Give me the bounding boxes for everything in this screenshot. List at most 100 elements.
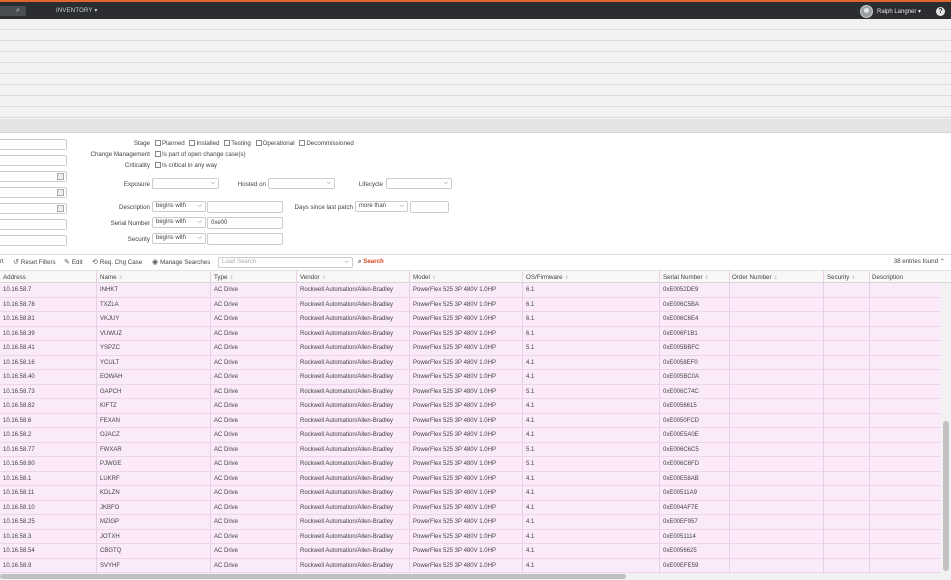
cell-model: PowerFlex 525 3P 480V 1.0HP (413, 519, 496, 525)
cell-firmware: 6.1 (526, 287, 535, 293)
sort-icon: ⇕ (118, 275, 123, 281)
date-field-3[interactable] (0, 203, 67, 214)
table-row[interactable]: 10.16.58.25 MZIGP AC Drive Rockwell Automat… (0, 515, 941, 530)
criticality-checkbox[interactable]: Is critical in any way (155, 162, 217, 169)
description-input[interactable] (207, 201, 283, 213)
column-divider (869, 270, 870, 573)
table-row[interactable]: 10.16.58.11 KDLZN AC Drive Rockwell Automat… (0, 486, 941, 501)
column-header-vendor[interactable]: Vendor ⇕ (300, 274, 326, 281)
days-since-patch-label: Days since last patch (294, 204, 353, 211)
filter-field-4[interactable] (0, 235, 67, 246)
cell-serial-number: 0xE006C6FD (663, 461, 700, 467)
global-search-button[interactable]: ⌕ (0, 6, 26, 16)
cell-name: OJACZ (100, 432, 120, 438)
column-header-description[interactable]: Description (872, 274, 903, 281)
column-header-security[interactable]: Security ⇕ (827, 274, 856, 281)
stage-testing[interactable]: Testing (224, 140, 251, 147)
security-input[interactable] (207, 233, 283, 245)
cell-vendor: Rockwell Automation/Allen-Bradley (300, 562, 394, 569)
table-row[interactable]: 10.16.58.78 TXZLA AC Drive Rockwell Automat… (0, 297, 941, 312)
hosted-on-label: Hosted on (237, 181, 266, 188)
table-row[interactable]: 10.16.58.73 GAPCH AC Drive Rockwell Automat… (0, 384, 941, 399)
serial-number-operator-select[interactable]: begins with ⌵ (152, 217, 206, 228)
stage-decommissioned[interactable]: Decommissioned (299, 140, 354, 147)
request-change-case-button[interactable]: ⟲ Req. Chg Case (92, 258, 142, 266)
calendar-icon[interactable] (57, 189, 64, 196)
table-row[interactable]: 10.16.58.6 FEXAN AC Drive Rockwell Automati… (0, 413, 941, 428)
filter-field-3[interactable] (0, 219, 67, 230)
cell-name: KDLZN (100, 490, 120, 496)
cell-firmware: 4.1 (526, 562, 535, 569)
column-header-address[interactable]: Address (3, 274, 26, 281)
lifecycle-label: Lifecycle (358, 181, 383, 188)
table-row[interactable]: 10.16.58.3 JOTXH AC Drive Rockwell Automati… (0, 529, 941, 544)
table-row[interactable]: 10.16.58.80 PJWGE AC Drive Rockwell Automat… (0, 457, 941, 472)
table-row[interactable]: 10.16.58.81 VKJUY AC Drive Rockwell Automat… (0, 312, 941, 327)
cell-name: CBGTQ (100, 548, 122, 554)
collapse-icon[interactable]: ⌃ (940, 258, 945, 265)
cell-name: TXZLA (100, 301, 119, 308)
hosted-on-select[interactable]: ⌵ (268, 178, 335, 189)
user-menu[interactable]: Ralph Langner ▾ (860, 4, 921, 18)
nav-menu-inventory[interactable]: INVENTORY ▾ (56, 7, 98, 14)
export-button[interactable]: rt (0, 258, 4, 265)
cell-vendor: Rockwell Automation/Allen-Bradley (300, 316, 394, 322)
table-row[interactable]: 10.16.58.16 YCULT AC Drive Rockwell Automat… (0, 355, 941, 370)
table-row[interactable]: 10.16.58.82 KIFTZ AC Drive Rockwell Automat… (0, 399, 941, 414)
calendar-icon[interactable] (57, 205, 64, 212)
days-since-patch-input[interactable] (410, 201, 449, 213)
cell-address: 10.16.58.11 (3, 490, 35, 496)
table-row[interactable]: 10.16.58.7 INHKT AC Drive Rockwell Automati… (0, 283, 941, 298)
description-operator-select[interactable]: begins with ⌵ (152, 201, 206, 212)
help-icon[interactable]: ? (936, 7, 945, 16)
column-header-type[interactable]: Type ⇕ (214, 274, 234, 281)
table-row[interactable]: 10.16.58.1 LUKRF AC Drive Rockwell Automati… (0, 471, 941, 486)
days-since-patch-operator-select[interactable]: more than ⌵ (355, 201, 408, 212)
search-button[interactable]: ⌕ Search (358, 258, 384, 266)
reset-filters-button[interactable]: ↺ Reset Filters (13, 258, 56, 266)
filter-field-2[interactable] (0, 155, 67, 166)
column-header-name[interactable]: Name ⇕ (100, 274, 123, 281)
table-row[interactable]: 10.16.58.10 JKBFO AC Drive Rockwell Automat… (0, 500, 941, 515)
manage-searches-button[interactable]: ◉ Manage Searches (152, 258, 210, 266)
load-search-select[interactable]: Load Search ⌵ (218, 257, 353, 268)
column-divider (729, 270, 730, 573)
cell-model: PowerFlex 525 3P 480V 1.0HP (413, 301, 496, 308)
table-row[interactable]: 10.16.58.41 YSPZC AC Drive Rockwell Automat… (0, 341, 941, 356)
table-row[interactable]: 10.16.58.54 CBGTQ AC Drive Rockwell Automat… (0, 544, 941, 559)
scrollbar-thumb[interactable] (943, 421, 949, 571)
stage-planned[interactable]: Planned (155, 140, 185, 147)
cell-serial-number: 0xE00511A9 (663, 490, 697, 496)
date-field-2[interactable] (0, 187, 67, 198)
cell-type: AC Drive (214, 316, 239, 322)
scrollbar-thumb[interactable] (0, 574, 626, 579)
table-row[interactable]: 10.16.58.77 FWXAR AC Drive Rockwell Automat… (0, 442, 941, 457)
stage-installed[interactable]: Installed (189, 140, 220, 147)
exposure-select[interactable]: ⌵ (152, 178, 219, 189)
stage-operational[interactable]: Operational (255, 140, 295, 147)
table-row[interactable]: 10.16.58.39 VUWUZ AC Drive Rockwell Automat… (0, 326, 941, 341)
column-header-os-firmware[interactable]: OS/Firmware ⇕ (526, 274, 569, 281)
change-management-checkbox[interactable]: Is part of open change case(s) (155, 151, 246, 158)
cell-name: LUKRF (100, 475, 120, 482)
date-field-1[interactable] (0, 171, 67, 182)
security-operator-select[interactable]: begins with ⌵ (152, 233, 206, 244)
column-header-order-number[interactable]: Order Number ⇕ (732, 274, 778, 281)
cell-firmware: 6.1 (526, 316, 535, 322)
table-row[interactable]: 10.16.58.40 EOWAH AC Drive Rockwell Automat… (0, 370, 941, 385)
cell-address: 10.16.58.1 (3, 475, 32, 482)
column-header-serial-number[interactable]: Serial Number ⇕ (663, 274, 709, 281)
cell-address: 10.16.58.40 (3, 374, 35, 380)
column-header-model[interactable]: Model ⇕ (413, 274, 436, 281)
vertical-scrollbar[interactable] (941, 283, 951, 573)
table-row[interactable]: 10.16.58.9 SVYHF AC Drive Rockwell Automati… (0, 558, 941, 573)
filter-field-1[interactable] (0, 139, 67, 150)
table-row[interactable]: 10.16.58.2 OJACZ AC Drive Rockwell Automati… (0, 428, 941, 443)
serial-number-input[interactable]: 0xe00 (207, 217, 283, 229)
calendar-icon[interactable] (57, 173, 64, 180)
cell-vendor: Rockwell Automation/Allen-Bradley (300, 490, 394, 496)
lifecycle-select[interactable]: ⌵ (386, 178, 452, 189)
cell-address: 10.16.58.41 (3, 345, 35, 351)
edit-button[interactable]: ✎ Edit (64, 258, 83, 266)
horizontal-scrollbar[interactable] (0, 573, 951, 580)
